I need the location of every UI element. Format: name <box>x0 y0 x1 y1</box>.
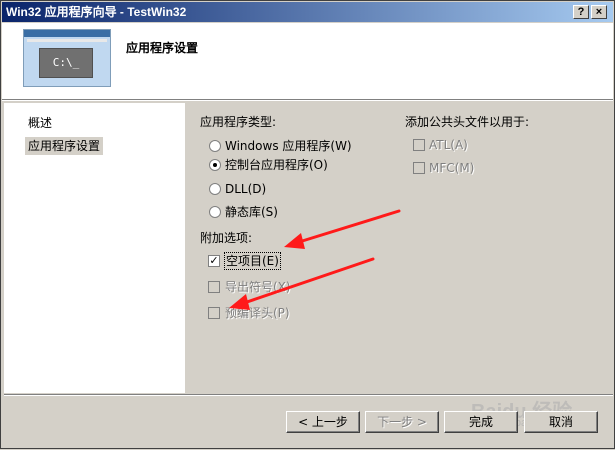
wizard-window: Win32 应用程序向导 - TestWin32 ? × C:\_ 应用程序设置… <box>0 0 615 449</box>
back-button[interactable]: < 上一步 <box>286 411 360 433</box>
annotation-arrows <box>229 209 401 310</box>
cancel-button[interactable]: 取消 <box>524 411 598 433</box>
annotation-arrow-bottom <box>229 257 375 310</box>
next-button[interactable]: 下一步 > <box>365 411 439 433</box>
annotation-arrow-top <box>284 209 401 249</box>
finish-button[interactable]: 完成 <box>444 411 518 433</box>
